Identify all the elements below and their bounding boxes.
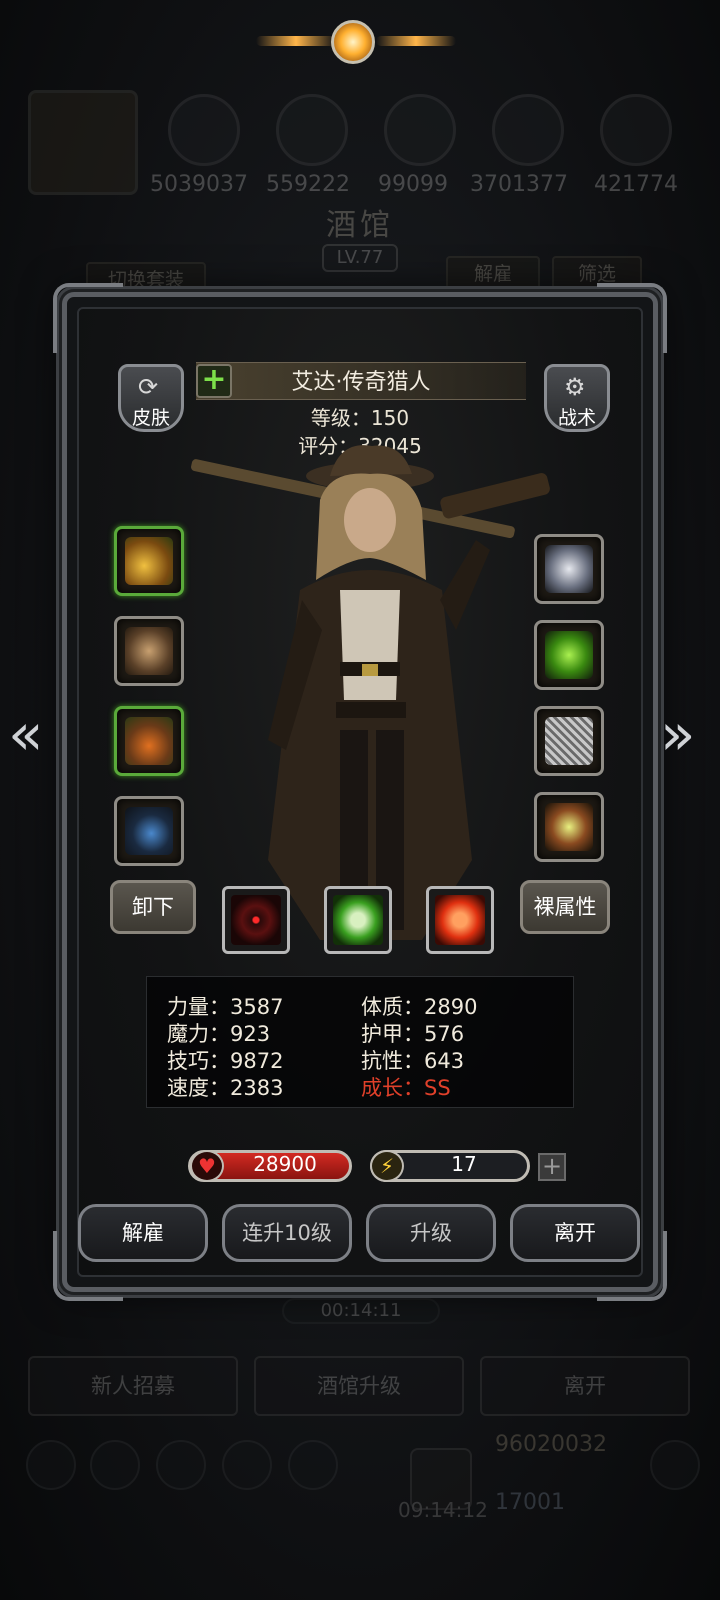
stat-constitution: 体质：2890 xyxy=(361,995,478,1019)
hero-level: 等级：150 xyxy=(310,406,410,430)
dismiss-button[interactable]: 解雇 xyxy=(78,1204,208,1262)
screen-title: 酒馆 xyxy=(326,208,394,243)
amulet-icon xyxy=(125,807,173,855)
emblem-core xyxy=(331,20,375,64)
equip-slot-helmet[interactable] xyxy=(114,706,184,776)
lightning-icon: ⚡ xyxy=(370,1150,404,1182)
green-gem-icon xyxy=(545,631,593,679)
ring-icon xyxy=(545,545,593,593)
nav-icon-2[interactable] xyxy=(90,1440,140,1490)
resource-icon-3[interactable] xyxy=(384,94,456,166)
refresh-icon: ⟳ xyxy=(138,373,159,401)
skill-slot-1[interactable] xyxy=(222,886,290,954)
hero-portrait xyxy=(191,445,550,940)
equip-slot-weapon[interactable] xyxy=(114,526,184,596)
equip-slot-amulet[interactable] xyxy=(114,796,184,866)
frame-corner xyxy=(597,283,667,353)
prev-hero-arrow-icon[interactable]: « xyxy=(8,700,44,768)
unequip-button[interactable]: 卸下 xyxy=(110,880,196,934)
player-avatar[interactable] xyxy=(28,90,138,195)
stat-speed: 速度：2383 xyxy=(167,1076,284,1100)
crown-icon xyxy=(125,717,173,765)
resource-value-2: 559222 xyxy=(266,172,350,197)
base-attributes-button[interactable]: 裸属性 xyxy=(520,880,610,934)
stat-skill: 技巧：9872 xyxy=(167,1049,284,1073)
stat-growth: 成长：SS xyxy=(361,1076,451,1100)
next-hero-arrow-icon[interactable]: » xyxy=(660,700,696,768)
screen-level: LV.77 xyxy=(322,244,398,272)
gold-value: 96020032 xyxy=(495,1432,607,1457)
nav-icon-6[interactable] xyxy=(650,1440,700,1490)
resource-icon-4[interactable] xyxy=(492,94,564,166)
tactics-button[interactable]: ⚙ 战术 xyxy=(544,364,610,432)
bg-leave-button[interactable]: 离开 xyxy=(480,1356,690,1416)
resource-value-5: 421774 xyxy=(594,172,678,197)
equip-slot-armor[interactable] xyxy=(114,616,184,686)
stat-resistance: 抗性：643 xyxy=(361,1049,465,1073)
gear-icon: ⚙ xyxy=(564,373,586,401)
frame-corner xyxy=(53,283,123,353)
nav-icon-5[interactable] xyxy=(288,1440,338,1490)
chainmail-icon xyxy=(545,717,593,765)
gem-value: 17001 xyxy=(495,1490,565,1515)
resource-value-3: 99099 xyxy=(378,172,448,197)
stat-strength: 力量：3587 xyxy=(167,995,284,1019)
emblem-wing-right xyxy=(376,36,456,46)
hero-name: 艾达·传奇猎人 xyxy=(291,370,431,395)
nav-icon-1[interactable] xyxy=(26,1440,76,1490)
tavern-upgrade-button[interactable]: 酒馆升级 xyxy=(254,1356,464,1416)
stat-armor: 护甲：576 xyxy=(361,1022,465,1046)
resource-value-4: 3701377 xyxy=(470,172,568,197)
target-icon xyxy=(231,895,281,945)
resource-icon-2[interactable] xyxy=(276,94,348,166)
recruit-button[interactable]: 新人招募 xyxy=(28,1356,238,1416)
energy-value: 17 xyxy=(451,1152,477,1176)
add-energy-icon[interactable]: + xyxy=(538,1153,566,1181)
skill-slot-3[interactable] xyxy=(426,886,494,954)
clock: 09:14:12 xyxy=(398,1498,488,1522)
emblem-icon xyxy=(256,18,456,64)
hp-value: 28900 xyxy=(253,1152,317,1176)
bg-dismiss-button[interactable]: 解雇 xyxy=(446,256,540,292)
level-up-button[interactable]: 升级 xyxy=(366,1204,496,1262)
equip-slot-ring[interactable] xyxy=(534,534,604,604)
stat-magic: 魔力：923 xyxy=(167,1022,271,1046)
skin-button[interactable]: ⟳ 皮肤 xyxy=(118,364,184,432)
red-cross-icon xyxy=(435,895,485,945)
nav-icon-3[interactable] xyxy=(156,1440,206,1490)
golden-gun-icon xyxy=(125,537,173,585)
timer: 00:14:11 xyxy=(282,1298,440,1324)
skin-label: 皮肤 xyxy=(131,407,170,429)
resource-icon-5[interactable] xyxy=(600,94,672,166)
resource-value-1: 5039037 xyxy=(150,172,248,197)
skill-slot-2[interactable] xyxy=(324,886,392,954)
level-up-10-button[interactable]: 连升10级 xyxy=(222,1204,352,1262)
emblem-wing-left xyxy=(256,36,336,46)
armor-icon xyxy=(125,627,173,675)
heart-icon: ♥ xyxy=(190,1150,224,1182)
stats-panel: 力量：3587 魔力：923 技巧：9872 速度：2383 体质：2890 护… xyxy=(146,976,574,1108)
equip-slot-gem[interactable] xyxy=(534,620,604,690)
equip-slot-mail[interactable] xyxy=(534,706,604,776)
leave-button[interactable]: 离开 xyxy=(510,1204,640,1262)
nav-icon-4[interactable] xyxy=(222,1440,272,1490)
green-skull-icon xyxy=(333,895,383,945)
resource-row xyxy=(28,90,692,200)
equip-slot-lantern[interactable] xyxy=(534,792,604,862)
resource-icon-1[interactable] xyxy=(168,94,240,166)
add-icon[interactable]: + xyxy=(196,364,232,398)
lantern-icon xyxy=(545,803,593,851)
tactics-label: 战术 xyxy=(557,407,596,429)
